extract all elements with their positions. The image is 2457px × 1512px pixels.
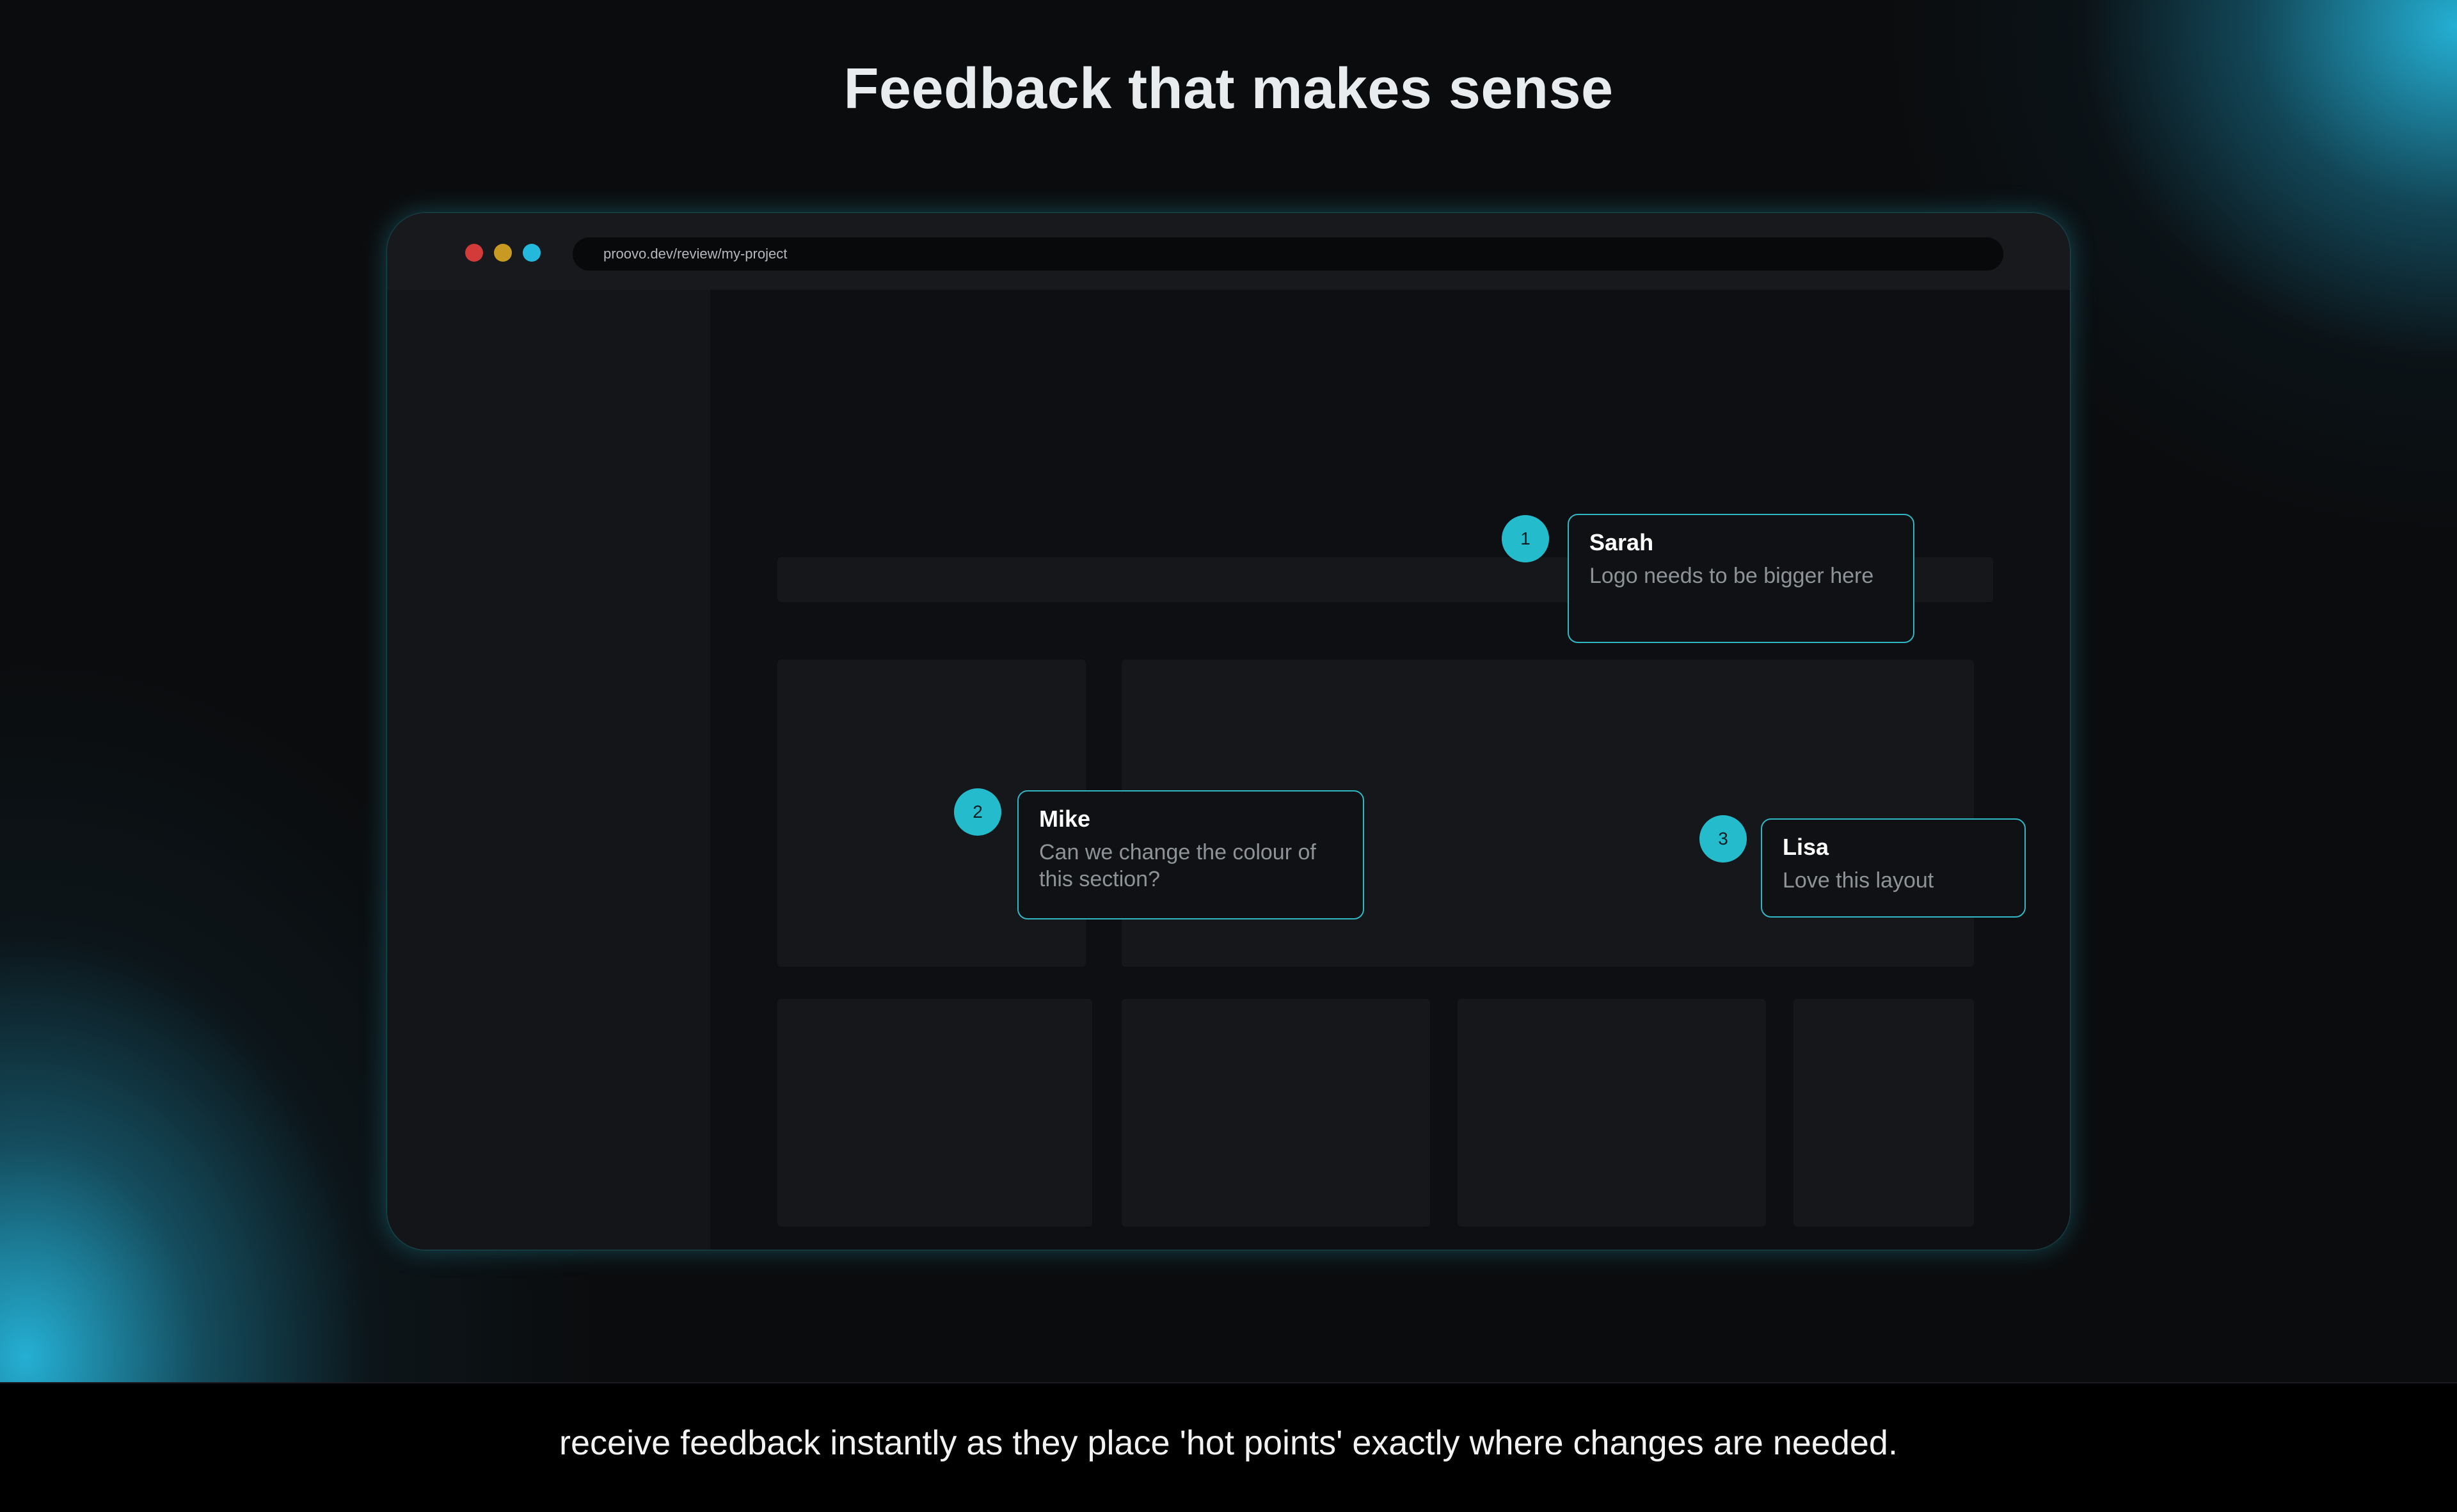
hot-point-marker-1[interactable]: 1 bbox=[1502, 515, 1549, 562]
minimize-window-dot[interactable] bbox=[494, 244, 512, 262]
comment-author: Mike bbox=[1039, 806, 1091, 832]
content-block-row2-a bbox=[777, 999, 1092, 1227]
comment-text: Love this layout bbox=[1783, 868, 1934, 893]
content-block-row2-d bbox=[1793, 999, 1974, 1227]
comment-card-mike[interactable]: Mike Can we change the colour of this se… bbox=[1017, 790, 1364, 919]
close-window-dot[interactable] bbox=[465, 244, 483, 262]
browser-titlebar: proovo.dev/review/my-project bbox=[387, 213, 2070, 290]
url-text: proovo.dev/review/my-project bbox=[603, 246, 788, 262]
comment-author: Lisa bbox=[1783, 834, 1829, 860]
comment-text: Logo needs to be bigger here bbox=[1589, 564, 1874, 588]
browser-window: proovo.dev/review/my-project bbox=[387, 213, 2070, 1250]
content-block-row2-c bbox=[1458, 999, 1766, 1227]
comment-card-sarah[interactable]: Sarah Logo needs to be bigger here bbox=[1568, 514, 1914, 643]
page-content bbox=[710, 290, 2070, 1250]
address-bar[interactable]: proovo.dev/review/my-project bbox=[573, 237, 2003, 271]
comment-text: Can we change the colour of this section… bbox=[1039, 840, 1316, 891]
comment-author: Sarah bbox=[1589, 529, 1654, 555]
hero-section: Feedback that makes sense proovo.dev/rev… bbox=[0, 0, 2457, 1382]
hot-point-marker-2[interactable]: 2 bbox=[954, 788, 1001, 836]
caption-bar: receive feedback instantly as they place… bbox=[0, 1382, 2457, 1512]
page-sidebar bbox=[387, 290, 710, 1250]
headline: Feedback that makes sense bbox=[843, 57, 1614, 121]
comment-card-lisa[interactable]: Lisa Love this layout bbox=[1761, 818, 2026, 918]
hot-point-marker-3[interactable]: 3 bbox=[1699, 815, 1747, 863]
maximize-window-dot[interactable] bbox=[523, 244, 541, 262]
caption-text: receive feedback instantly as they place… bbox=[559, 1424, 1898, 1462]
content-block-row2-b bbox=[1122, 999, 1430, 1227]
